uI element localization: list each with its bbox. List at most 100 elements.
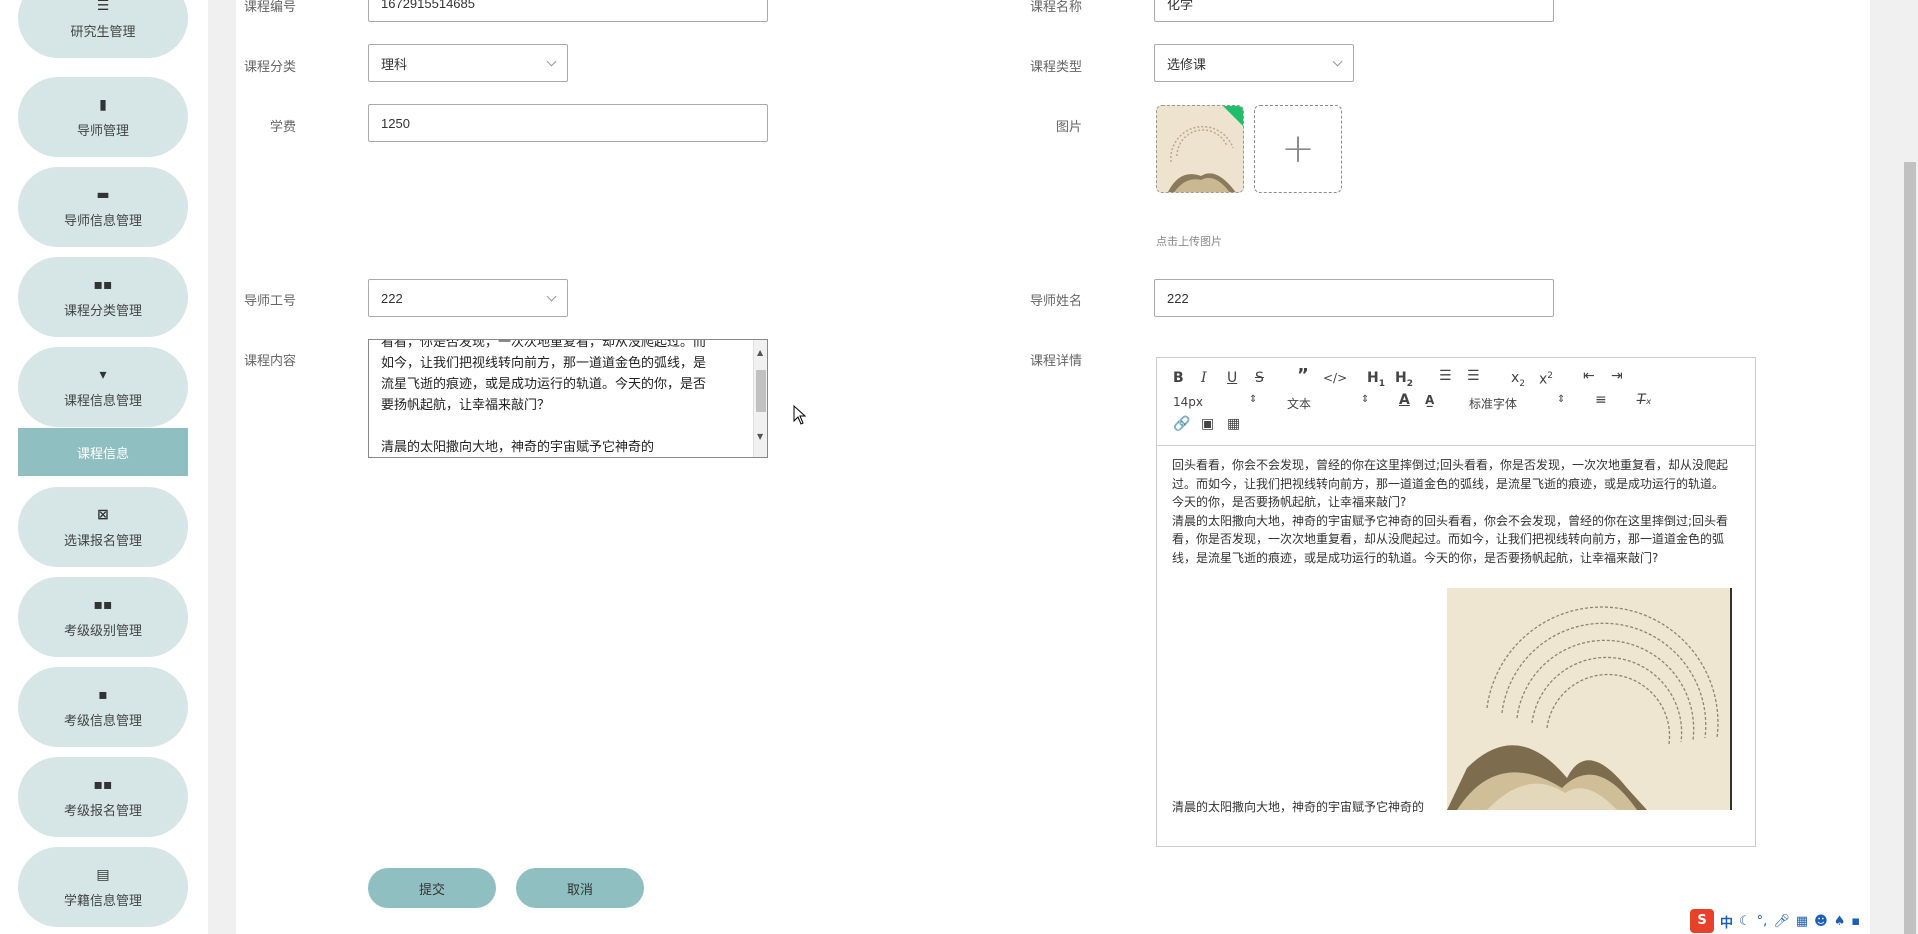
add-image-button[interactable]: +	[1254, 105, 1342, 193]
clipboard-x-icon: ⊠	[97, 506, 109, 523]
scroll-down-icon[interactable]: ▼	[757, 426, 763, 447]
type-select[interactable]: 选修课	[1154, 44, 1354, 82]
category-select[interactable]: 理科	[368, 44, 568, 82]
sidebar-item-label: 课程分类管理	[63, 303, 142, 319]
sidebar-item-label: 课程信息管理	[63, 393, 142, 409]
link-icon[interactable]: 🔗	[1173, 416, 1190, 432]
sidebar-divider	[208, 0, 236, 934]
scroll-up-icon[interactable]: ▲	[757, 342, 763, 363]
editor-paragraph: 清晨的太阳撒向大地，神奇的宇宙赋予它神奇的回头看看，你会不会发现，曾经的你在这里…	[1172, 513, 1729, 565]
sidebar-item-label: 考级报名管理	[63, 803, 142, 819]
type-label: 课程类型	[1029, 60, 1082, 75]
sidebar-item-student-status[interactable]: ▤ 学籍信息管理	[18, 847, 188, 927]
course-name-label: 课程名称	[1029, 0, 1082, 15]
subscript-icon[interactable]: x2	[1511, 370, 1525, 392]
image-icon[interactable]: ▣	[1201, 416, 1214, 432]
sidebar-item-course-info[interactable]: ▾ 课程信息管理	[18, 347, 188, 427]
ime-mode-label[interactable]: 中	[1720, 912, 1733, 931]
sidebar-item-course-category[interactable]: ▪▪ 课程分类管理	[18, 257, 188, 337]
editor-toolbar: B I U S ” </> H1 H2 ☰ ☰ x2 x2 ⇤ ⇥ 14px ⇕…	[1157, 358, 1755, 446]
font-family-arrows-icon: ⇕	[1557, 394, 1566, 405]
sidebar-item-tutor-info[interactable]: ▬ 导师信息管理	[18, 167, 188, 247]
grid-icon: ▪▪	[93, 276, 113, 293]
teacher-name-input[interactable]: 222	[1154, 279, 1554, 317]
pin-icon: ▾	[99, 366, 107, 383]
textarea-scrollbar[interactable]: ▲ ▼	[753, 340, 767, 457]
category-label: 课程分类	[243, 60, 296, 75]
moon-icon[interactable]: ☾	[1739, 914, 1751, 929]
user-icon[interactable]: ☻	[1814, 914, 1828, 929]
sidebar-item-exam-signup[interactable]: ▪▪ 考级报名管理	[18, 757, 188, 837]
code-icon[interactable]: </>	[1323, 370, 1347, 386]
font-color-icon[interactable]: A	[1399, 392, 1410, 408]
background-color-icon[interactable]: A̲	[1425, 392, 1434, 408]
ime-logo-icon[interactable]: S	[1690, 909, 1714, 933]
sidebar-item-tutor[interactable]: ▮ 导师管理	[18, 77, 188, 157]
sidebar-item-exam-info[interactable]: ▪ 考级信息管理	[18, 667, 188, 747]
rich-text-editor[interactable]: B I U S ” </> H1 H2 ☰ ☰ x2 x2 ⇤ ⇥ 14px ⇕…	[1156, 357, 1756, 847]
image-label: 图片	[1055, 120, 1082, 135]
content-label: 课程内容	[243, 354, 296, 369]
upload-hint: 点击上传图片	[1156, 235, 1222, 248]
font-family-select[interactable]: 标准字体	[1469, 395, 1517, 412]
ordered-list-icon[interactable]: ☰	[1439, 368, 1452, 384]
sidebar-item-exam-level[interactable]: ▪▪ 考级级别管理	[18, 577, 188, 657]
sidebar-item-label: 考级信息管理	[63, 713, 142, 729]
book-image-icon	[1157, 106, 1243, 192]
content-textarea[interactable]: 看看，你是否发现，一次次地重复看，却从没爬起过。而 如今，让我们把视线转向前方，…	[368, 339, 768, 458]
underline-icon[interactable]: U	[1227, 370, 1237, 386]
teacher-name-label: 导师姓名	[1029, 294, 1082, 309]
plus-icon: +	[1281, 126, 1315, 172]
align-icon[interactable]: ≡	[1595, 392, 1607, 408]
font-size-select[interactable]: 14px	[1173, 395, 1203, 409]
heading1-icon[interactable]: H1	[1367, 370, 1385, 392]
sidebar-item-label: 考级级别管理	[63, 623, 142, 639]
clear-format-icon[interactable]: T̶ₓ	[1637, 392, 1652, 408]
punctuation-icon[interactable]: °,	[1757, 914, 1768, 929]
strike-icon[interactable]: S	[1255, 370, 1264, 386]
sidebar-item-label: 选课报名管理	[63, 533, 142, 549]
grid-icon: ▪▪	[93, 776, 113, 793]
sidebar-item-label: 学籍信息管理	[63, 893, 142, 909]
ime-tray: S 中 ☾ °, 🎤︎ ▦ ☻ ♠ ▪	[1690, 908, 1918, 934]
menu-icon: ☰	[96, 0, 110, 14]
bullet-list-icon[interactable]: ☰	[1467, 368, 1480, 384]
outdent-icon[interactable]: ⇤	[1583, 368, 1595, 384]
sidebar-item-label: 导师管理	[76, 123, 129, 139]
apps-icon[interactable]: ▪	[1851, 914, 1860, 929]
sidebar-item-label: 导师信息管理	[63, 213, 142, 229]
book-icon: ▮	[99, 96, 107, 113]
heading2-icon[interactable]: H2	[1395, 370, 1413, 392]
fee-input[interactable]: 1250	[368, 104, 768, 142]
uploaded-image-thumb[interactable]	[1156, 105, 1244, 193]
page-scroll-thumb[interactable]	[1904, 162, 1916, 934]
editor-inline-image[interactable]	[1447, 588, 1732, 810]
sidebar-item-enrollment[interactable]: ⊠ 选课报名管理	[18, 487, 188, 567]
quote-icon[interactable]: ”	[1297, 367, 1309, 385]
cancel-button[interactable]: 取消	[516, 868, 644, 908]
scroll-thumb[interactable]	[756, 370, 766, 412]
sidebar-item-label: 研究生管理	[70, 24, 136, 40]
open-book-image-icon	[1447, 588, 1730, 810]
course-no-input[interactable]: 1672915514685	[368, 0, 768, 22]
indent-icon[interactable]: ⇥	[1611, 368, 1623, 384]
mic-icon[interactable]: 🎤︎	[1773, 914, 1790, 929]
editor-paragraph: 清晨的太阳撒向大地，神奇的宇宙赋予它神奇的	[1172, 800, 1425, 814]
video-icon[interactable]: ▦	[1227, 416, 1240, 432]
block-type-select[interactable]: 文本	[1287, 395, 1311, 412]
submit-button[interactable]: 提交	[368, 868, 496, 908]
italic-icon[interactable]: I	[1201, 370, 1207, 386]
app-root: ☰ 研究生管理 ▮ 导师管理 ▬ 导师信息管理 ▪▪ 课程分类管理 ▾ 课程信息…	[0, 0, 1918, 934]
keyboard-icon[interactable]: ▦	[1796, 914, 1808, 929]
superscript-icon[interactable]: x2	[1539, 368, 1553, 388]
editor-content[interactable]: 回头看看，你会不会发现，曾经的你在这里摔倒过;回头看看，你是否发现，一次次地重复…	[1172, 456, 1732, 567]
sidebar-subitem-course-info[interactable]: 课程信息	[18, 428, 188, 476]
teacher-id-select[interactable]: 222	[368, 279, 568, 317]
teacher-id-label: 导师工号	[243, 294, 296, 309]
content-line: 流星飞逝的痕迹，或是成功运行的轨道。今天的你，是否	[381, 377, 707, 392]
sidebar-item-graduate[interactable]: ☰ 研究生管理	[18, 0, 188, 58]
course-name-input[interactable]: 化学	[1154, 0, 1554, 22]
bold-icon[interactable]: B	[1173, 370, 1184, 386]
shirt-icon[interactable]: ♠	[1834, 914, 1846, 929]
fee-label: 学费	[269, 120, 296, 135]
